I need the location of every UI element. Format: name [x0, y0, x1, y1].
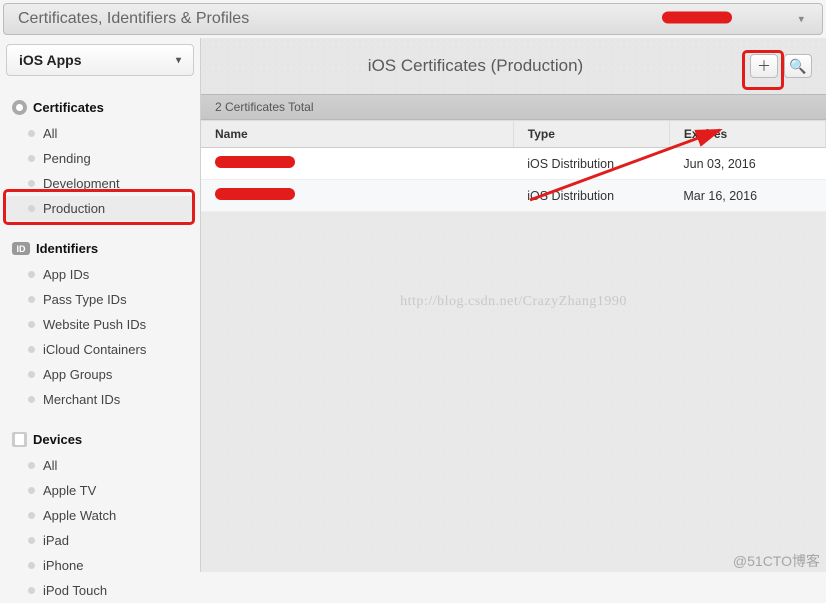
certificates-table-wrap: Name Type Expires iOS Distribution Jun 0…	[201, 120, 826, 212]
cell-name	[201, 180, 513, 212]
sidebar-item-iphone[interactable]: iPhone	[6, 553, 194, 578]
sidebar-item-label: iPhone	[43, 558, 83, 573]
section-head-certificates: Certificates	[6, 94, 194, 121]
sidebar-item-label: Apple TV	[43, 483, 96, 498]
cell-name	[201, 148, 513, 180]
sidebar-item-label: iPad	[43, 533, 69, 548]
dot-icon	[28, 512, 35, 519]
sidebar-item-app-groups[interactable]: App Groups	[6, 362, 194, 387]
section-head-devices: Devices	[6, 426, 194, 453]
dot-icon	[28, 396, 35, 403]
dot-icon	[28, 271, 35, 278]
section-label: Devices	[33, 432, 82, 447]
sidebar-item-label: App Groups	[43, 367, 112, 382]
cell-type: iOS Distribution	[513, 180, 669, 212]
content-title: iOS Certificates (Production)	[201, 56, 750, 76]
dot-icon	[28, 321, 35, 328]
sidebar-item-merchant-ids[interactable]: Merchant IDs	[6, 387, 194, 412]
add-button[interactable]: ＋	[750, 54, 778, 78]
sidebar-item-label: All	[43, 458, 57, 473]
sidebar-item-apple-watch[interactable]: Apple Watch	[6, 503, 194, 528]
nav-list-identifiers: App IDs Pass Type IDs Website Push IDs i…	[6, 262, 194, 412]
col-expires[interactable]: Expires	[669, 121, 825, 148]
section-label: Certificates	[33, 100, 104, 115]
sidebar-item-development[interactable]: Development	[6, 171, 194, 196]
dot-icon	[28, 537, 35, 544]
user-menu-chevron-icon[interactable]: ▾	[798, 13, 804, 26]
user-redacted	[662, 12, 732, 27]
dot-icon	[28, 296, 35, 303]
cell-expires: Mar 16, 2016	[669, 180, 825, 212]
total-label: 2 Certificates Total	[215, 100, 314, 114]
certificates-table: Name Type Expires iOS Distribution Jun 0…	[201, 120, 826, 212]
sidebar-item-app-ids[interactable]: App IDs	[6, 262, 194, 287]
sidebar-item-label: Production	[43, 201, 105, 216]
search-button[interactable]: 🔍	[784, 54, 812, 78]
sidebar-item-label: Pending	[43, 151, 91, 166]
identifiers-icon	[12, 242, 30, 255]
platform-selector-label: iOS Apps	[19, 52, 82, 68]
cell-type: iOS Distribution	[513, 148, 669, 180]
sidebar-item-label: Apple Watch	[43, 508, 116, 523]
total-bar: 2 Certificates Total	[201, 94, 826, 120]
sidebar-item-production[interactable]: Production	[6, 196, 194, 221]
header-bar: Certificates, Identifiers & Profiles ▾	[3, 3, 823, 35]
sidebar-item-label: iPod Touch	[43, 583, 107, 598]
devices-icon	[12, 432, 27, 447]
sidebar-item-label: Merchant IDs	[43, 392, 120, 407]
col-name[interactable]: Name	[201, 121, 513, 148]
platform-selector[interactable]: iOS Apps ▾	[6, 44, 194, 76]
sidebar-item-website-push-ids[interactable]: Website Push IDs	[6, 312, 194, 337]
col-type[interactable]: Type	[513, 121, 669, 148]
cell-expires: Jun 03, 2016	[669, 148, 825, 180]
table-row[interactable]: iOS Distribution Mar 16, 2016	[201, 180, 826, 212]
redacted-name	[215, 188, 295, 200]
page-header-title: Certificates, Identifiers & Profiles	[18, 10, 249, 28]
redacted-name	[215, 156, 295, 168]
sidebar-item-apple-tv[interactable]: Apple TV	[6, 478, 194, 503]
section-head-identifiers: Identifiers	[6, 235, 194, 262]
content-toolbar: iOS Certificates (Production) ＋ 🔍	[201, 38, 826, 94]
plus-icon: ＋	[757, 56, 771, 76]
dot-icon	[28, 371, 35, 378]
sidebar-item-devices-all[interactable]: All	[6, 453, 194, 478]
table-row[interactable]: iOS Distribution Jun 03, 2016	[201, 148, 826, 180]
dot-icon	[28, 130, 35, 137]
section-label: Identifiers	[36, 241, 98, 256]
main-area: iOS Apps ▾ Certificates All Pending Deve…	[0, 38, 826, 572]
sidebar-item-label: Development	[43, 176, 120, 191]
chevron-down-icon: ▾	[176, 55, 181, 66]
sidebar-item-pass-type-ids[interactable]: Pass Type IDs	[6, 287, 194, 312]
certificates-icon	[12, 100, 27, 115]
content-panel: iOS Certificates (Production) ＋ 🔍 2 Cert…	[200, 38, 826, 572]
watermark-center: http://blog.csdn.net/CrazyZhang1990	[400, 294, 627, 310]
sidebar-item-label: All	[43, 126, 57, 141]
sidebar-item-all[interactable]: All	[6, 121, 194, 146]
dot-icon	[28, 487, 35, 494]
sidebar-item-pending[interactable]: Pending	[6, 146, 194, 171]
dot-icon	[28, 562, 35, 569]
sidebar-item-label: iCloud Containers	[43, 342, 146, 357]
sidebar-item-ipad[interactable]: iPad	[6, 528, 194, 553]
dot-icon	[28, 205, 35, 212]
nav-list-certificates: All Pending Development Production	[6, 121, 194, 221]
dot-icon	[28, 180, 35, 187]
dot-icon	[28, 462, 35, 469]
sidebar-item-ipod-touch[interactable]: iPod Touch	[6, 578, 194, 603]
dot-icon	[28, 587, 35, 594]
dot-icon	[28, 346, 35, 353]
nav-list-devices: All Apple TV Apple Watch iPad iPhone iPo…	[6, 453, 194, 603]
sidebar: iOS Apps ▾ Certificates All Pending Deve…	[0, 38, 200, 572]
sidebar-item-label: Pass Type IDs	[43, 292, 127, 307]
search-icon: 🔍	[789, 58, 806, 75]
sidebar-item-label: Website Push IDs	[43, 317, 146, 332]
sidebar-item-label: App IDs	[43, 267, 89, 282]
dot-icon	[28, 155, 35, 162]
sidebar-item-icloud-containers[interactable]: iCloud Containers	[6, 337, 194, 362]
